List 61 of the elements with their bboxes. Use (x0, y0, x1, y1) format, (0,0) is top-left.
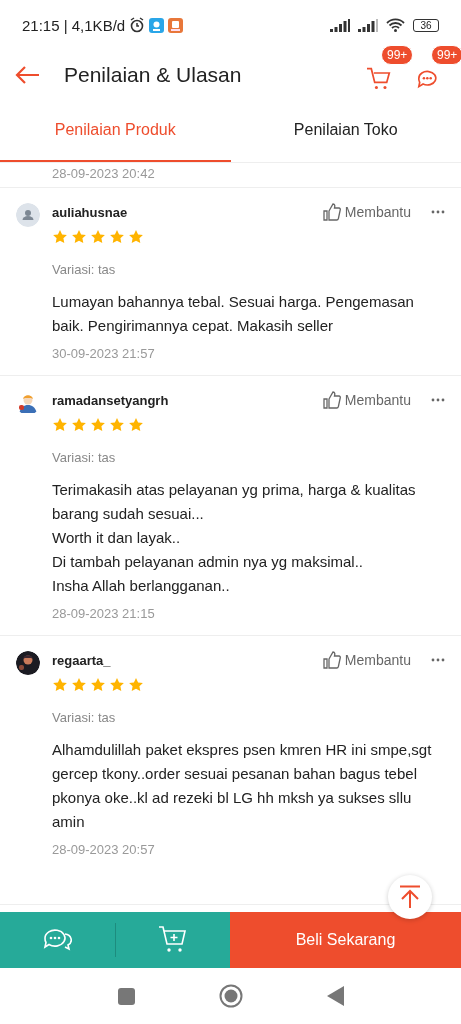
star-icon (109, 229, 125, 244)
star-icon (90, 229, 106, 244)
star-icon (128, 677, 144, 692)
notification-badge: 99+ (381, 45, 414, 65)
star-icon (90, 417, 106, 432)
back-arrow-icon[interactable] (14, 65, 40, 85)
app-icon (149, 17, 165, 33)
more-icon[interactable] (431, 210, 445, 214)
review-date: 30-09-2023 21:57 (52, 346, 156, 361)
scroll-to-top-button[interactable] (388, 875, 432, 919)
tab[interactable]: Penilaian Toko (230, 100, 461, 162)
helpful-button[interactable]: Membantu (322, 391, 411, 409)
cart-icon[interactable] (366, 67, 392, 91)
thumbs-up-icon (322, 391, 341, 409)
star-icon (109, 677, 125, 692)
signal-icon (330, 18, 350, 32)
variation-label: Variasi: tas (52, 262, 117, 277)
battery-icon: 36 (413, 18, 439, 32)
tab[interactable]: Penilaian Produk (0, 100, 231, 162)
avatar-icon (16, 203, 40, 227)
variation-label: Variasi: tas (52, 710, 117, 725)
star-icon (128, 229, 144, 244)
more-icon[interactable] (431, 398, 445, 402)
alarm-icon (129, 17, 146, 33)
star-icon (71, 677, 87, 692)
status-time: 21:15 | 4,1KB/d (22, 16, 126, 34)
thumbs-up-icon (322, 651, 341, 669)
helpful-button[interactable]: Membantu (322, 203, 411, 221)
star-icon (52, 677, 68, 692)
star-icon (71, 229, 87, 244)
star-icon (90, 677, 106, 692)
star-icon (52, 417, 68, 432)
chat-icon (42, 927, 73, 953)
star-icon (52, 229, 68, 244)
recents-icon[interactable] (117, 987, 135, 1005)
reviewer-name: regaarta_ (52, 652, 112, 668)
more-icon[interactable] (431, 658, 445, 662)
arrow-up-icon (399, 885, 421, 909)
star-icon (128, 417, 144, 432)
cart-plus-icon (157, 925, 188, 955)
review-text: Terimakasih atas pelayanan yg prima, harga & kualitas barang sudah sesuai... Worth it dan layak.. Di tambah pelayanan admin nya yg maksimal.. Insha Allah berlangganan.. (52, 480, 417, 596)
back-icon[interactable] (326, 986, 344, 1006)
review-date: 28-09-2023 21:15 (52, 606, 156, 621)
thumbs-up-icon (322, 203, 341, 221)
review-text: Lumayan bahannya tebal. Sesuai harga. Pengemasan baik. Pengirimannya cepat. Makasih seller (52, 292, 415, 336)
wifi-icon (386, 18, 405, 32)
star-icon (71, 417, 87, 432)
reviewer-name: ramadansetyangrh (52, 392, 170, 408)
variation-label: Variasi: tas (52, 450, 117, 465)
reviewer-name: auliahusnae (52, 204, 129, 220)
app-icon (168, 17, 184, 33)
review-date: 28-09-2023 20:57 (52, 842, 156, 857)
helpful-button[interactable]: Membantu (322, 651, 411, 669)
review-date: 28-09-2023 20:42 (52, 165, 155, 183)
notification-badge: 99+ (431, 45, 461, 65)
signal-icon (358, 18, 378, 32)
home-icon[interactable] (218, 984, 243, 1008)
page-title: Penilaian & Ulasan (64, 63, 243, 87)
star-icon (109, 417, 125, 432)
buy-now-button[interactable]: Beli Sekarang (230, 912, 461, 968)
review-text: Alhamdulillah paket ekspres psen kmren HR ini smpe,sgt gercep tkony..order sesuai pesanan bahan bagus tebel pkonya oke..kl ad rezeki bl LG hh mksh ya sukses sllu amin (52, 740, 433, 832)
